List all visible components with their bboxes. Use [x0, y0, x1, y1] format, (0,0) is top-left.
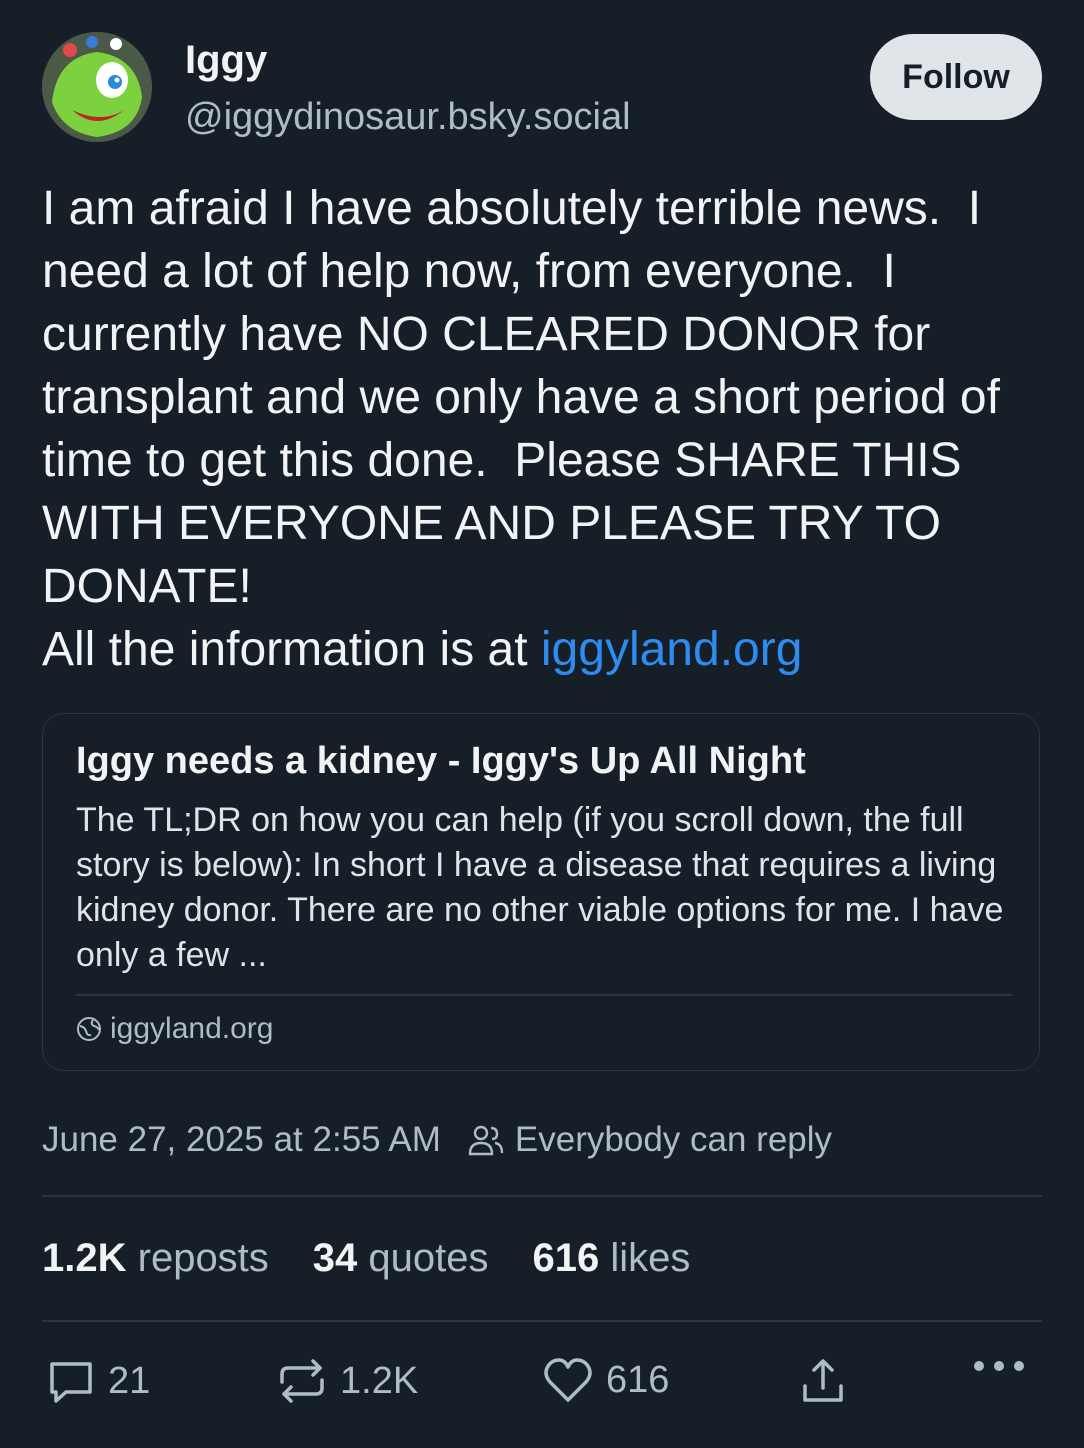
post-link[interactable]: iggyland.org: [541, 623, 803, 676]
likes-count: 616: [532, 1236, 600, 1280]
likes-label: likes: [610, 1236, 691, 1280]
avatar[interactable]: [42, 32, 152, 142]
repost-button[interactable]: 1.2K: [276, 1356, 418, 1406]
quotes-stat[interactable]: 34 quotes: [313, 1236, 489, 1281]
post-body: I am afraid I have absolutely terrible n…: [42, 182, 1000, 676]
repost-count: 1.2K: [340, 1359, 419, 1402]
globe-icon: [76, 1016, 102, 1042]
post-timestamp: June 27, 2025 at 2:55 AM: [42, 1120, 441, 1159]
people-icon: [467, 1123, 505, 1157]
post-stats: 1.2K reposts 34 quotes 616 likes: [42, 1236, 690, 1281]
reposts-count: 1.2K: [42, 1236, 127, 1280]
link-card-domain-row: iggyland.org: [76, 1012, 273, 1046]
reposts-label: reposts: [137, 1236, 269, 1280]
repost-icon: [276, 1356, 328, 1406]
more-icon: [972, 1356, 1026, 1376]
share-button[interactable]: [800, 1356, 846, 1406]
author-display-name[interactable]: Iggy: [185, 38, 267, 83]
post-header: Iggy @iggydinosaur.bsky.social Follow: [42, 32, 1042, 147]
link-preview-card[interactable]: Iggy needs a kidney - Iggy's Up All Nigh…: [42, 713, 1040, 1071]
quotes-label: quotes: [368, 1236, 489, 1280]
link-card-title: Iggy needs a kidney - Iggy's Up All Nigh…: [76, 740, 806, 782]
reply-icon: [46, 1356, 96, 1406]
reply-button[interactable]: 21: [46, 1356, 150, 1406]
reply-count: 21: [108, 1359, 151, 1402]
more-options-button[interactable]: [972, 1356, 1026, 1376]
share-icon: [800, 1356, 846, 1406]
like-button[interactable]: 616: [542, 1356, 669, 1404]
reposts-stat[interactable]: 1.2K reposts: [42, 1236, 269, 1281]
action-bar: 21 1.2K 616: [42, 1356, 1042, 1416]
follow-button[interactable]: Follow: [870, 34, 1042, 120]
divider: [42, 1195, 1042, 1197]
quotes-count: 34: [312, 1236, 358, 1280]
divider: [42, 1320, 1042, 1322]
link-card-divider: [76, 994, 1012, 996]
author-handle[interactable]: @iggydinosaur.bsky.social: [185, 96, 631, 139]
like-count: 616: [606, 1358, 670, 1401]
heart-icon: [542, 1356, 594, 1404]
reply-setting[interactable]: Everybody can reply: [515, 1120, 832, 1160]
likes-stat[interactable]: 616 likes: [533, 1236, 691, 1281]
link-card-description: The TL;DR on how you can help (if you sc…: [76, 801, 1004, 974]
link-card-domain: iggyland.org: [110, 1012, 274, 1045]
post-meta: June 27, 2025 at 2:55 AM Everybody can r…: [42, 1120, 832, 1160]
post-text: I am afraid I have absolutely terrible n…: [42, 177, 1042, 681]
